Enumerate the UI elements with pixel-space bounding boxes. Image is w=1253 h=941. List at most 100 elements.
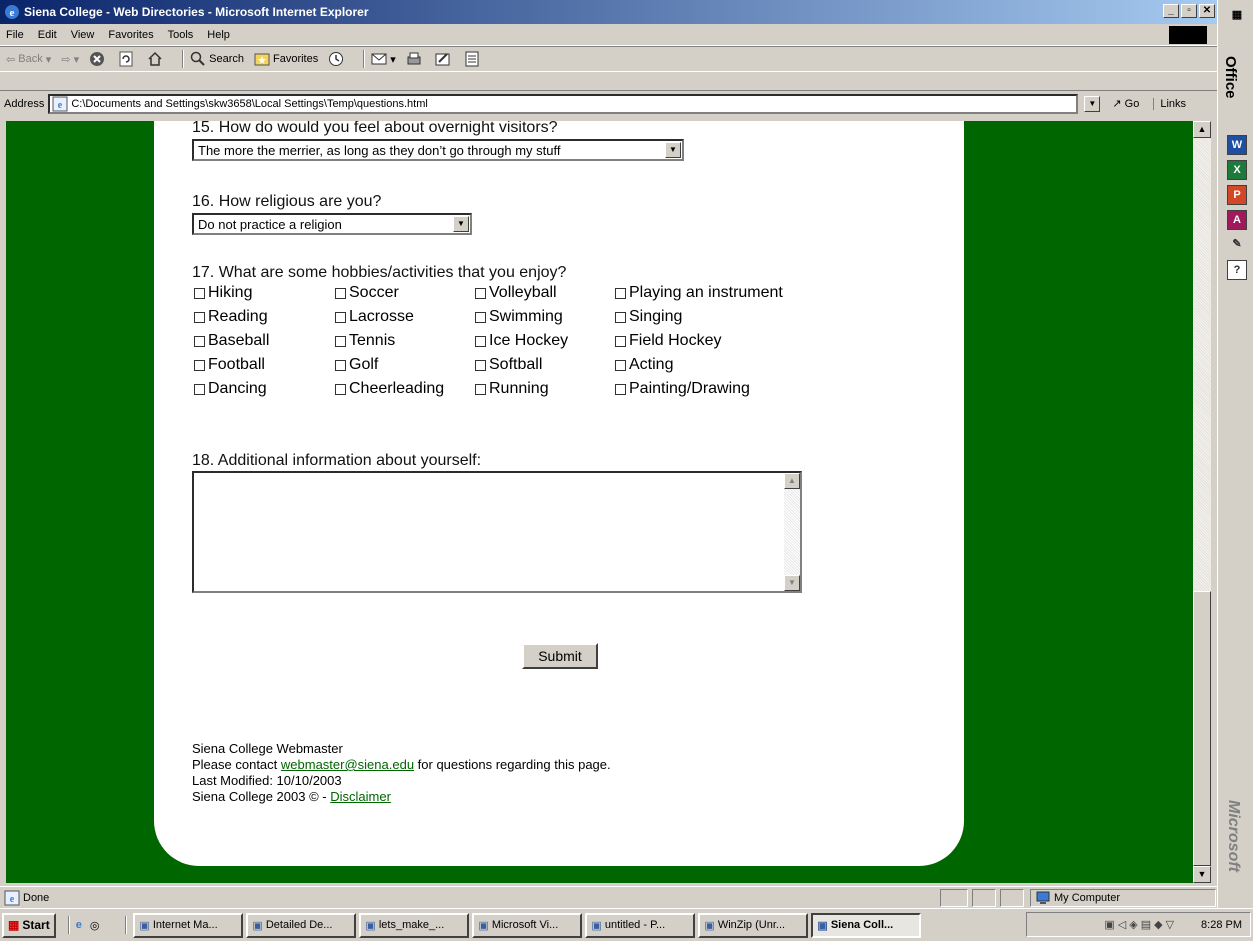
submit-button[interactable]: Submit <box>522 643 598 669</box>
scroll-down-icon[interactable]: ▼ <box>1193 866 1211 883</box>
hobby-checkbox[interactable]: Football <box>194 356 265 374</box>
hobby-checkbox[interactable]: Swimming <box>475 308 563 326</box>
maximize-button[interactable]: ▫ <box>1181 4 1197 18</box>
refresh-button[interactable] <box>118 51 137 67</box>
textarea-scrollbar[interactable]: ▲ ▼ <box>784 473 800 591</box>
tray-icons[interactable]: ▣◁◈▤◆▽ <box>1104 918 1177 931</box>
close-button[interactable]: ✕ <box>1199 4 1215 18</box>
menu-view[interactable]: View <box>71 29 95 41</box>
page-scrollbar[interactable]: ▲ ▼ <box>1193 121 1211 883</box>
menu-file[interactable]: File <box>6 29 24 41</box>
word-icon[interactable]: W <box>1227 135 1247 155</box>
taskbar-task-button[interactable]: ▣ Internet Ma... <box>133 912 244 938</box>
checkbox-box[interactable] <box>615 311 626 323</box>
go-button[interactable]: ↗ Go <box>1112 97 1139 111</box>
hobby-checkbox[interactable]: Playing an instrument <box>615 284 783 302</box>
home-button[interactable] <box>147 51 166 67</box>
hobby-checkbox[interactable]: Acting <box>615 356 673 374</box>
back-button[interactable]: ⇦ Back ▾ <box>6 53 51 66</box>
checkbox-box[interactable] <box>194 311 205 323</box>
checkbox-box[interactable] <box>194 287 205 299</box>
checkbox-box[interactable] <box>194 383 205 395</box>
office-logo-icon[interactable]: ▦ <box>1227 6 1247 26</box>
hobby-checkbox[interactable]: Softball <box>475 356 542 374</box>
checkbox-box[interactable] <box>335 383 346 395</box>
checkbox-box[interactable] <box>475 359 486 371</box>
mail-button[interactable]: ▾ <box>371 51 396 67</box>
checkbox-box[interactable] <box>194 335 205 347</box>
hobby-checkbox[interactable]: Volleyball <box>475 284 557 302</box>
taskbar-task-button[interactable]: ▣ WinZip (Unr... <box>698 912 809 938</box>
start-button[interactable]: ▦ Start <box>2 912 56 938</box>
outlook-icon[interactable]: ✎ <box>1227 235 1247 255</box>
hobby-checkbox[interactable]: Painting/Drawing <box>615 380 750 398</box>
hobby-checkbox[interactable]: Cheerleading <box>335 380 444 398</box>
taskbar-task-button[interactable]: ▣ lets_make_... <box>359 912 470 938</box>
hobby-checkbox[interactable]: Field Hockey <box>615 332 721 350</box>
stop-button[interactable] <box>89 51 108 67</box>
visitors-select[interactable]: The more the merrier, as long as they do… <box>192 139 684 161</box>
menu-edit[interactable]: Edit <box>38 29 57 41</box>
checkbox-box[interactable] <box>475 335 486 347</box>
checkbox-box[interactable] <box>475 287 486 299</box>
forward-button[interactable]: ⇨ ▾ <box>61 53 79 66</box>
powerpoint-icon[interactable]: P <box>1227 185 1247 205</box>
hobby-checkbox[interactable]: Hiking <box>194 284 252 302</box>
webmaster-email-link[interactable]: webmaster@siena.edu <box>281 757 414 772</box>
scroll-down-icon[interactable]: ▼ <box>784 575 800 591</box>
hobby-checkbox[interactable]: Soccer <box>335 284 399 302</box>
hobby-checkbox[interactable]: Tennis <box>335 332 395 350</box>
checkbox-box[interactable] <box>335 287 346 299</box>
taskbar-task-button[interactable]: ▣ Detailed De... <box>246 912 357 938</box>
additional-info-textarea[interactable]: ▲ ▼ <box>192 471 802 593</box>
checkbox-box[interactable] <box>475 383 486 395</box>
checkbox-box[interactable] <box>335 335 346 347</box>
checkbox-box[interactable] <box>335 359 346 371</box>
print-button[interactable] <box>406 51 425 67</box>
taskbar-task-button[interactable]: ▣ Microsoft Vi... <box>472 912 583 938</box>
checkbox-box[interactable] <box>194 359 205 371</box>
hobby-checkbox[interactable]: Lacrosse <box>335 308 414 326</box>
hobby-checkbox[interactable]: Baseball <box>194 332 269 350</box>
ie-quicklaunch-icon[interactable]: e <box>76 919 82 931</box>
hobby-checkbox[interactable]: Ice Hockey <box>475 332 568 350</box>
minimize-button[interactable]: _ <box>1163 4 1179 18</box>
taskbar-task-button[interactable]: ▣ Siena Coll... <box>811 912 922 938</box>
scroll-up-icon[interactable]: ▲ <box>784 473 800 489</box>
disclaimer-link[interactable]: Disclaimer <box>330 789 391 804</box>
hobby-checkbox[interactable]: Singing <box>615 308 682 326</box>
excel-icon[interactable]: X <box>1227 160 1247 180</box>
menu-tools[interactable]: Tools <box>168 29 194 41</box>
menu-favorites[interactable]: Favorites <box>108 29 153 41</box>
scroll-up-icon[interactable]: ▲ <box>1193 121 1211 138</box>
checkbox-box[interactable] <box>335 311 346 323</box>
religion-select[interactable]: Do not practice a religion ▼ <box>192 213 472 235</box>
hobby-checkbox[interactable]: Running <box>475 380 549 398</box>
hobby-checkbox[interactable]: Dancing <box>194 380 267 398</box>
search-button[interactable]: Search <box>190 51 244 67</box>
address-input[interactable]: e C:\Documents and Settings\skw3658\Loca… <box>48 93 1079 114</box>
taskbar-task-button[interactable]: ▣ untitled - P... <box>585 912 696 938</box>
edit-button[interactable] <box>435 51 454 67</box>
task-app-icon: ▣ <box>139 919 150 932</box>
favorites-button[interactable]: Favorites <box>254 51 318 67</box>
outlook-quicklaunch-icon[interactable]: ◎ <box>90 919 100 932</box>
links-button[interactable]: Links <box>1153 97 1186 110</box>
discuss-button[interactable] <box>464 51 483 67</box>
security-zone-panel: My Computer <box>1030 889 1216 907</box>
page-content: 15. How do would you feel about overnigh… <box>6 121 1193 883</box>
system-tray: ▣◁◈▤◆▽ 8:28 PM <box>1026 912 1251 937</box>
hobby-checkbox[interactable]: Golf <box>335 356 378 374</box>
checkbox-box[interactable] <box>615 383 626 395</box>
history-button[interactable] <box>328 51 347 67</box>
checkbox-box[interactable] <box>615 359 626 371</box>
checkbox-box[interactable] <box>615 287 626 299</box>
hobby-checkbox[interactable]: Reading <box>194 308 268 326</box>
checkbox-box[interactable] <box>475 311 486 323</box>
help-icon[interactable]: ? <box>1227 260 1247 280</box>
access-icon[interactable]: A <box>1227 210 1247 230</box>
checkbox-box[interactable] <box>615 335 626 347</box>
scrollbar-thumb[interactable] <box>1193 591 1211 866</box>
menu-help[interactable]: Help <box>207 29 230 41</box>
address-dropdown-button[interactable]: ▼ <box>1084 95 1101 112</box>
